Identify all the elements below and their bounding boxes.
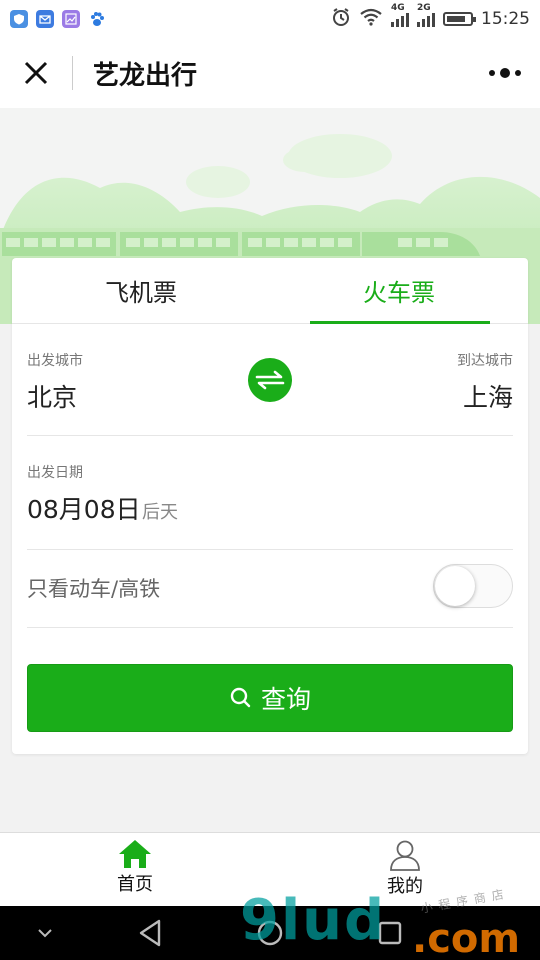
search-button[interactable]: 查询 [27,664,513,732]
watermark-domain: .com [412,916,521,960]
more-options-button[interactable] [470,38,540,108]
signal-2g-icon: 2G [417,3,435,27]
close-icon [24,61,48,85]
ticket-type-tabs: 飞机票 火车票 [12,258,528,324]
notification-icons [10,10,106,28]
swap-icon [255,370,285,390]
from-city-label: 出发城市 [27,353,83,369]
ticket-search-card: 飞机票 火车票 出发城市 北京 到达城市 上海 出发日期 08月08日 后天 只… [12,258,528,754]
home-icon [119,840,151,868]
high-speed-only-toggle[interactable] [433,564,513,608]
page-title: 艺龙出行 [93,60,198,91]
tab-train-tickets[interactable]: 火车票 [270,258,528,324]
network-type-2g: 2G [417,3,431,13]
tab-mine-label: 我的 [387,876,423,897]
collapse-nav-button[interactable] [32,918,58,948]
baidu-app-icon [88,10,106,28]
departure-date-row[interactable]: 出发日期 08月08日 后天 [27,436,513,550]
search-icon [230,687,251,708]
more-dot-icon [489,70,495,76]
wifi-icon [359,8,383,31]
high-speed-only-label: 只看动车/高铁 [27,577,161,601]
to-city-field[interactable]: 上海 [463,378,513,414]
network-type-4g: 4G [391,3,405,13]
title-divider [72,56,73,90]
toggle-knob [435,566,475,606]
high-speed-filter-row: 只看动车/高铁 [27,550,513,628]
more-dot-icon [515,70,521,76]
tab-home[interactable]: 首页 [0,833,270,906]
battery-icon [443,12,476,26]
user-icon [390,840,420,871]
back-nav-button[interactable] [135,918,165,948]
close-button[interactable] [0,38,72,108]
date-value: 08月08日 [27,495,141,524]
shield-app-icon [10,10,28,28]
tab-home-label: 首页 [117,874,153,895]
from-city-field[interactable]: 北京 [27,378,77,414]
mail-app-icon [36,10,54,28]
mini-program-titlebar: 艺龙出行 [0,38,540,108]
city-selector-row: 出发城市 北京 到达城市 上海 [27,324,513,436]
more-dot-icon [500,68,510,78]
clock: 15:25 [481,9,530,29]
chevron-down-icon [38,929,52,938]
status-bar: 4G 2G 15:25 [0,0,540,38]
search-button-label: 查询 [260,685,311,714]
to-city-label: 到达城市 [457,353,513,369]
back-triangle-icon [139,919,161,947]
date-label: 出发日期 [27,465,83,481]
alarm-icon [331,7,351,32]
swap-cities-button[interactable] [248,358,292,402]
gallery-app-icon [62,10,80,28]
tab-flight-tickets[interactable]: 飞机票 [12,258,270,323]
watermark-logo: 9lud [240,888,387,953]
date-relative-hint: 后天 [142,502,178,523]
signal-4g-icon: 4G [391,3,409,27]
